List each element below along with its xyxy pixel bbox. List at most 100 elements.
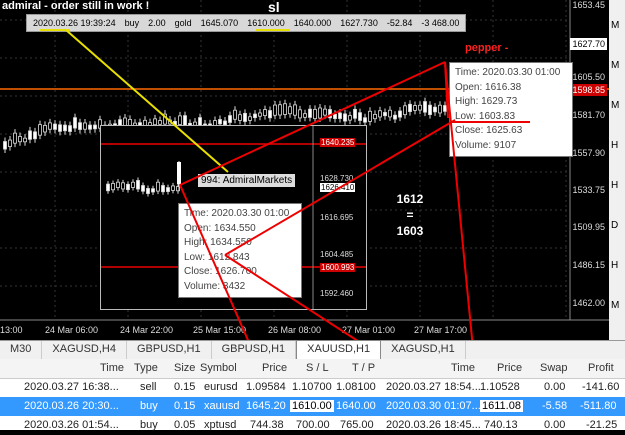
x-tick: 27 Mar 01:00 (342, 325, 396, 335)
col-header[interactable]: Time (100, 362, 124, 374)
cell-profit: -511.80 (580, 400, 617, 412)
col-header[interactable]: Price (262, 362, 287, 374)
col-header[interactable]: Profit (588, 362, 614, 374)
candle-body (373, 113, 377, 120)
order-tp: 1640.000 (293, 18, 332, 28)
tooltip-close: Close: 1626.700 (184, 266, 257, 277)
cell-close-time: 2020.03.30 01:07... (386, 400, 481, 412)
inset-tick: 1628.730 (320, 174, 354, 183)
candle-body (93, 124, 97, 130)
order-size: 2.00 (148, 18, 166, 28)
candle-body (283, 103, 287, 115)
red-level-box: 1598.85 (570, 84, 607, 96)
order-line-bar[interactable]: 2020.03.26 19:39:24 buy 2.00 gold 1645.0… (26, 14, 467, 32)
annotation-num-bottom: 1603 (396, 224, 424, 238)
candle-body (393, 114, 397, 120)
candle-body (253, 113, 257, 119)
candle-body (248, 116, 252, 121)
cell-tp: 1.08100 (336, 381, 376, 393)
candle-body (131, 181, 135, 188)
candle-body (353, 108, 357, 119)
table-row-selected[interactable]: 2020.03.26 20:30... buy 0.15 xauusd 1645… (0, 397, 625, 416)
cell-type: sell (140, 381, 157, 393)
cell-time: 2020.03.26 01:54... (24, 419, 119, 431)
cell-time: 2020.03.27 16:38... (24, 381, 119, 393)
col-header[interactable]: Time (451, 362, 475, 374)
y-tick: 1605.50 (572, 72, 605, 82)
panel-letter: H (611, 180, 619, 191)
table-row[interactable]: 2020.03.26 01:54... buy 0.05 xptusd 744.… (0, 416, 625, 435)
candle-body (258, 112, 262, 117)
col-header[interactable]: S / L (306, 362, 329, 374)
order-price: 1645.070 (200, 18, 239, 28)
cell-price: 1645.20 (246, 400, 286, 412)
current-price-box: 1627.70 (570, 38, 607, 50)
candle-body (358, 112, 362, 121)
cell-tp: 1640.00 (336, 400, 376, 412)
candle-body (313, 108, 317, 120)
tooltip-open: Open: 1616.38 (455, 81, 522, 93)
tooltip-volume: Volume: 3432 (184, 280, 246, 292)
x-tick: 27 Mar 17:00 (414, 325, 468, 335)
tab-xauusd-h1[interactable]: XAUUSD,H1 (296, 340, 382, 360)
table-row[interactable]: 2020.03.27 16:38... sell 0.15 eurusd 1.0… (0, 378, 625, 397)
candle-body (171, 185, 175, 191)
candle-body (328, 109, 332, 119)
tab-m30[interactable]: M30 (0, 341, 43, 360)
tooltip-open: Open: 1634.550 (184, 222, 256, 234)
price-chart[interactable]: admiral - order still in work ! sl 2020.… (0, 0, 625, 340)
candle-body (388, 109, 392, 118)
inset-tick: 1600.993 (320, 263, 356, 272)
annotation-pepper: pepper - (465, 42, 509, 54)
cell-type: buy (140, 419, 158, 431)
right-side-panel: M M M H H D H M (609, 0, 625, 340)
col-header[interactable]: Symbol (200, 362, 237, 374)
candle-body (233, 109, 237, 120)
candle-body (146, 188, 150, 194)
cell-type: buy (140, 400, 158, 412)
candle-body (293, 104, 297, 116)
candle-body (153, 118, 157, 126)
col-header[interactable]: Size (174, 362, 195, 374)
cell-swap: -5.58 (542, 400, 568, 412)
candle-body (338, 112, 342, 119)
cell-profit: -141.60 (582, 381, 620, 393)
candle-body (288, 106, 292, 115)
cell-swap: 0.00 (544, 419, 566, 431)
candle-body (28, 130, 32, 140)
candle-body (136, 180, 140, 190)
order-swap: -52.84 (386, 18, 413, 28)
candle-body (3, 141, 7, 150)
cell-close-price: 1.10528 (480, 381, 520, 393)
col-header[interactable]: Type (134, 362, 158, 374)
candle-body (83, 122, 87, 130)
cell-close-time: 2020.03.27 18:54... (386, 381, 481, 393)
candle-body (121, 182, 125, 190)
col-header[interactable]: Price (497, 362, 522, 374)
candle-body (303, 113, 307, 118)
candle-body (318, 107, 322, 119)
cell-sl: 1610.00 (290, 400, 334, 412)
candle-body (18, 136, 22, 143)
y-tick: 1462.00 (572, 298, 605, 308)
candle-body (408, 103, 412, 112)
candle-body (383, 112, 387, 117)
tab-gbpusd-h1[interactable]: GBPUSD,H1 (127, 341, 212, 360)
order-sl: 1610.000 (247, 18, 285, 28)
candle-body (116, 181, 120, 188)
tab-xagusd-h4[interactable]: XAGUSD,H4 (42, 341, 127, 360)
col-header[interactable]: Swap (540, 362, 568, 374)
tooltip-high: High: 1629.73 (455, 96, 518, 107)
tab-gbpusd-h1-2[interactable]: GBPUSD,H1 (212, 341, 297, 360)
col-header[interactable]: T / P (352, 362, 375, 374)
candle-body (348, 115, 352, 121)
candle-body (78, 122, 82, 130)
candle-body (238, 114, 242, 121)
candle-body (141, 185, 145, 192)
candle-body (177, 162, 181, 184)
inset-tick: 1604.485 (320, 250, 354, 259)
candle-body (48, 122, 52, 130)
candle-body (428, 104, 432, 115)
candle-body (418, 104, 422, 111)
tab-xagusd-h1[interactable]: XAGUSD,H1 (381, 341, 466, 360)
